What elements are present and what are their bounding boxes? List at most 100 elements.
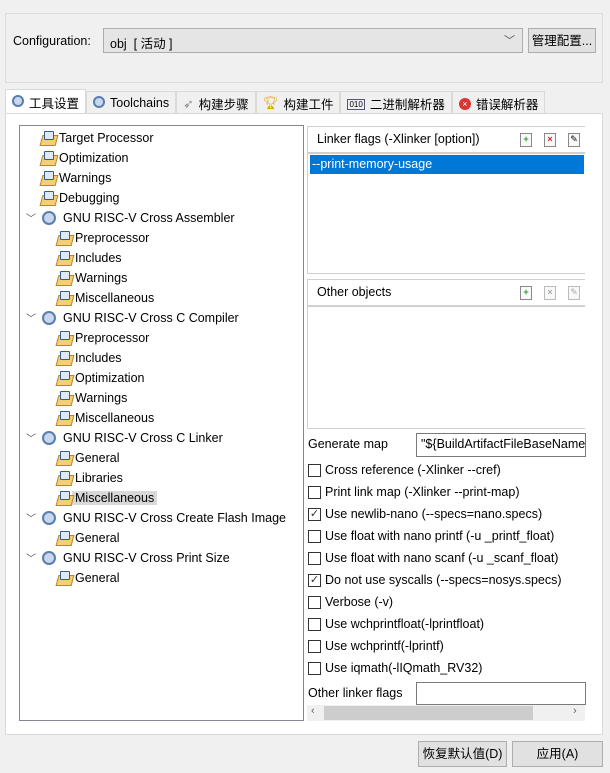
checkbox-option[interactable]: Use float with nano printf (-u _printf_f… (308, 527, 554, 545)
checkbox-label: Use wchprintf(-lprintf) (325, 639, 444, 653)
horizontal-scrollbar[interactable]: ‹ › (307, 705, 585, 721)
tree-item[interactable]: Debugging (40, 188, 122, 207)
checkbox[interactable]: ✓ (308, 573, 321, 587)
tree-item[interactable]: Optimization (40, 148, 131, 167)
folder-icon (56, 230, 72, 244)
checkbox[interactable] (308, 551, 321, 565)
chevron-down-icon[interactable]: ﹀ (26, 510, 38, 525)
tree-item[interactable]: Warnings (56, 268, 130, 287)
tool-icon (42, 210, 56, 225)
tab-label: 构建工件 (283, 97, 334, 112)
tab-4[interactable]: 010 二进制解析器 (340, 91, 452, 114)
checkbox-option[interactable]: ✓ Use newlib-nano (--specs=nano.specs) (308, 505, 542, 523)
checkbox[interactable] (308, 639, 321, 653)
chevron-down-icon: ﹀ (504, 35, 515, 47)
tree-item[interactable]: Miscellaneous (56, 488, 158, 507)
linker-flags-list[interactable]: --print-memory-usage (307, 153, 585, 274)
chevron-down-icon[interactable]: ﹀ (26, 210, 38, 225)
restore-defaults-button[interactable]: 恢复默认值(D) (418, 741, 507, 767)
checkbox[interactable] (308, 661, 321, 675)
tab-2[interactable]: ➶ 构建步骤 (176, 91, 256, 114)
build-steps-icon: ➶ (183, 96, 194, 111)
chevron-down-icon[interactable]: ﹀ (26, 310, 38, 325)
tab-3[interactable]: 🏆︎ 构建工件 (255, 91, 341, 114)
tab-5[interactable]: × 错误解析器 (451, 91, 546, 114)
tree-item[interactable]: ﹀ GNU RISC-V Cross C Compiler (26, 308, 242, 327)
linker-flags-title: Linker flags (-Xlinker [option]) (317, 132, 480, 146)
edit-icon[interactable]: ✎ (568, 133, 580, 147)
tool-icon (42, 550, 56, 565)
checkbox[interactable] (308, 595, 321, 609)
apply-button[interactable]: 应用(A) (512, 741, 603, 767)
generate-map-input[interactable]: "${BuildArtifactFileBaseName (416, 433, 586, 457)
tree-item[interactable]: ﹀ GNU RISC-V Cross Assembler (26, 208, 238, 227)
other-linker-flags-input[interactable] (416, 682, 586, 705)
manage-configurations-button[interactable]: 管理配置... (528, 28, 596, 53)
tree-item[interactable]: General (56, 568, 122, 587)
tree-item[interactable]: Warnings (40, 168, 114, 187)
tab-1[interactable]: Toolchains (86, 91, 177, 114)
folder-icon (56, 270, 72, 284)
chevron-down-icon[interactable]: ﹀ (26, 550, 38, 565)
linker-flags-header: Linker flags (-Xlinker [option]) + × ✎ (307, 126, 585, 153)
list-item[interactable]: --print-memory-usage (310, 155, 584, 174)
checkbox[interactable] (308, 485, 321, 499)
tree-item[interactable]: General (56, 528, 122, 547)
scrollbar-thumb[interactable] (324, 706, 533, 720)
tree-item[interactable]: General (56, 448, 122, 467)
checkbox-option[interactable]: Print link map (-Xlinker --print-map) (308, 483, 519, 501)
trophy-icon: 🏆︎ (262, 95, 279, 110)
tree-item[interactable]: Includes (56, 348, 125, 367)
checkbox-label: Use float with nano printf (-u _printf_f… (325, 529, 555, 543)
other-objects-list[interactable] (307, 306, 585, 429)
folder-icon (56, 330, 72, 344)
configuration-label: Configuration: (13, 34, 91, 48)
tab-0[interactable]: 工具设置 (5, 89, 87, 114)
tree-item[interactable]: Optimization (56, 368, 147, 387)
add-icon[interactable]: + (520, 133, 532, 147)
folder-icon (40, 130, 56, 144)
checkbox-option[interactable]: Cross reference (-Xlinker --cref) (308, 461, 501, 479)
checkbox[interactable]: ✓ (308, 507, 321, 521)
tree-item[interactable]: Preprocessor (56, 228, 152, 247)
tool-settings-tree[interactable]: Target Processor Optimization Warnings Debu… (19, 125, 304, 721)
tree-item[interactable]: Target Processor (40, 128, 156, 147)
tab-label: 工具设置 (29, 96, 80, 111)
tree-item[interactable]: Warnings (56, 388, 130, 407)
checkbox[interactable] (308, 529, 321, 543)
tree-item[interactable]: Includes (56, 248, 125, 267)
scroll-right-icon[interactable]: › (573, 705, 577, 717)
tree-item[interactable]: Preprocessor (56, 328, 152, 347)
tree-item-label: Preprocessor (75, 330, 150, 345)
checkbox[interactable] (308, 463, 321, 477)
tree-item[interactable]: Miscellaneous (56, 408, 157, 427)
tree-item[interactable]: ﹀ GNU RISC-V Cross Create Flash Image (26, 508, 289, 527)
chevron-down-icon[interactable]: ﹀ (26, 430, 38, 445)
tree-item-label: Preprocessor (75, 230, 150, 245)
folder-icon (56, 410, 72, 424)
tree-item[interactable]: ﹀ GNU RISC-V Cross Print Size (26, 548, 233, 567)
checkbox-option[interactable]: Verbose (-v) (308, 593, 393, 611)
folder-icon (56, 570, 72, 584)
tree-item[interactable]: Libraries (56, 468, 126, 487)
tree-item-label: GNU RISC-V Cross C Compiler (63, 310, 239, 325)
checkbox-option[interactable]: Use wchprintfloat(-lprintfloat) (308, 615, 484, 633)
delete-icon: × (544, 286, 556, 300)
checkbox-label: Cross reference (-Xlinker --cref) (325, 463, 501, 477)
tree-item-label: Warnings (75, 390, 128, 405)
folder-icon (56, 370, 72, 384)
tree-item-label: GNU RISC-V Cross C Linker (63, 430, 223, 445)
add-icon[interactable]: + (520, 286, 532, 300)
folder-icon (56, 350, 72, 364)
delete-icon[interactable]: × (544, 133, 556, 147)
checkbox[interactable] (308, 617, 321, 631)
tree-item[interactable]: ﹀ GNU RISC-V Cross C Linker (26, 428, 226, 447)
checkbox-option[interactable]: Use float with nano scanf (-u _scanf_flo… (308, 549, 558, 567)
configuration-select[interactable]: obj [ 活动 ] ﹀ (103, 28, 523, 53)
checkbox-option[interactable]: ✓ Do not use syscalls (--specs=nosys.spec… (308, 571, 562, 589)
scroll-left-icon[interactable]: ‹ (311, 705, 315, 717)
tree-item-label: Includes (75, 350, 122, 365)
checkbox-option[interactable]: Use iqmath(-lIQmath_RV32) (308, 659, 482, 677)
checkbox-option[interactable]: Use wchprintf(-lprintf) (308, 637, 444, 655)
tree-item[interactable]: Miscellaneous (56, 288, 157, 307)
